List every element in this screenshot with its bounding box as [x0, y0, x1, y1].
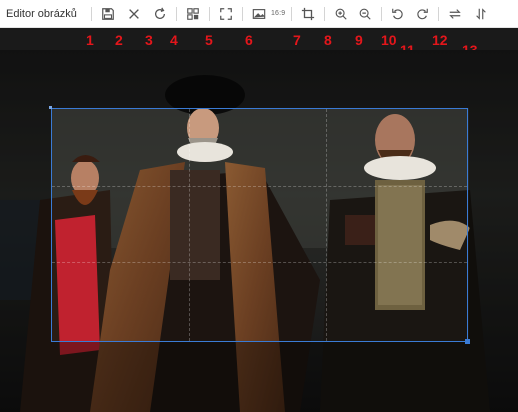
image-canvas[interactable]: [0, 50, 518, 412]
rotate-right-button[interactable]: [412, 4, 432, 24]
rotate-left-button[interactable]: [388, 4, 408, 24]
callout-2: 2: [115, 32, 123, 48]
save-button[interactable]: [98, 4, 118, 24]
callout-5: 5: [205, 32, 213, 48]
crop-grid-line: [188, 109, 190, 341]
zoom-in-icon: [335, 8, 348, 20]
toolbar-divider: [381, 6, 383, 21]
fullscreen-button[interactable]: [216, 4, 236, 24]
toolbar-divider: [241, 6, 243, 21]
close-button[interactable]: [124, 4, 144, 24]
callout-4: 4: [170, 32, 178, 48]
reset-icon: [154, 7, 165, 19]
crop-handle-bottom-right[interactable]: [465, 339, 470, 344]
flip-horizontal-icon: [449, 8, 462, 19]
callout-8: 8: [324, 32, 332, 48]
resize-button[interactable]: [183, 4, 203, 24]
crop-grid-line: [52, 185, 467, 187]
toolbar-divider: [324, 6, 326, 21]
flip-vertical-button[interactable]: [471, 4, 491, 24]
callout-3: 3: [145, 32, 153, 48]
editor-toolbar: Editor obrázků 16:9: [0, 0, 518, 28]
aspect-ratio-label[interactable]: 16:9: [271, 10, 285, 17]
aspect-ratio-icon: [252, 8, 266, 19]
zoom-out-button[interactable]: [355, 4, 375, 24]
callout-12: 12: [432, 32, 448, 48]
crop-icon: [302, 7, 315, 20]
crop-selection[interactable]: [49, 106, 470, 344]
close-icon: [129, 8, 139, 19]
callout-1: 1: [86, 32, 94, 48]
toolbar-divider: [175, 6, 177, 21]
toolbar-divider: [90, 6, 92, 21]
flip-vertical-icon: [476, 7, 487, 20]
toolbar-divider: [291, 6, 293, 21]
toolbar-divider: [438, 6, 440, 21]
crop-button[interactable]: [298, 4, 318, 24]
save-icon: [102, 7, 114, 20]
callout-9: 9: [355, 32, 363, 48]
resize-icon: [187, 7, 199, 20]
toolbar-divider: [208, 6, 210, 21]
rotate-right-icon: [417, 8, 429, 19]
aspect-ratio-button[interactable]: [249, 4, 269, 24]
zoom-out-icon: [359, 8, 372, 20]
callout-10: 10: [381, 32, 397, 48]
flip-horizontal-button[interactable]: [445, 4, 465, 24]
crop-handle-top-left[interactable]: [49, 106, 52, 109]
zoom-in-button[interactable]: [331, 4, 351, 24]
reset-button[interactable]: [150, 4, 170, 24]
callout-7: 7: [293, 32, 301, 48]
rotate-left-icon: [392, 8, 404, 19]
callout-6: 6: [245, 32, 253, 48]
crop-grid-line: [325, 109, 327, 341]
fullscreen-icon: [220, 7, 232, 20]
crop-grid-line: [52, 262, 467, 264]
app-title: Editor obrázků: [6, 7, 77, 20]
